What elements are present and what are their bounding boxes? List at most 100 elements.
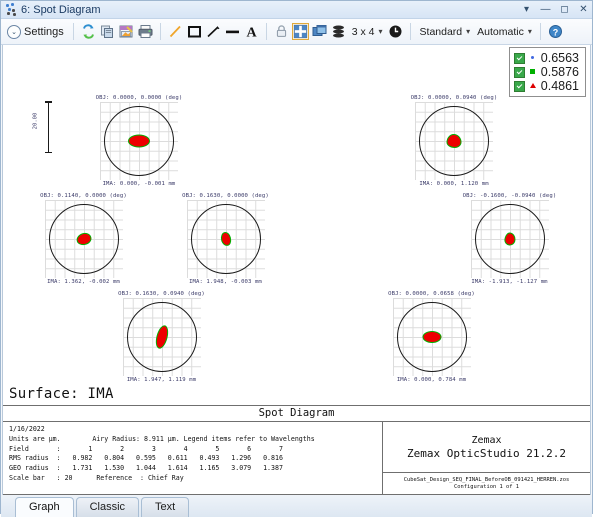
style-label: Standard [419, 25, 463, 38]
title-bar: 6: Spot Diagram ▾ — ◻ ✕ [1, 1, 592, 19]
grid-size-selector[interactable]: 3 x 4 ▾ [349, 26, 385, 38]
spot-plot [392, 298, 471, 376]
configuration-label: Configuration 1 of 1 [454, 484, 519, 490]
close-button[interactable]: ✕ [578, 4, 589, 15]
settings-button[interactable]: ⌄ Settings [4, 24, 67, 40]
toolbar-separator [409, 23, 411, 40]
report-block: Surface: IMA Spot Diagram 1/16/2022 Unit… [3, 384, 590, 495]
spot-panel-image-label: IMA: 1.362, -0.002 mm [47, 279, 120, 285]
toolbar-separator [72, 23, 74, 40]
save-image-icon[interactable] [118, 23, 135, 40]
stack-layers-icon[interactable] [330, 23, 347, 40]
spot-diagram-icon [5, 3, 18, 16]
chevron-down-icon: ▾ [378, 27, 383, 36]
chevron-down-icon: ⌄ [7, 24, 21, 39]
spot-panel-object-label: OBJ: 0.1630, 0.0940 (deg) [118, 291, 205, 297]
file-name: CubeSat_Design_SEQ_FINAL_BeforeOB_091421… [403, 477, 570, 483]
print-icon[interactable] [137, 23, 154, 40]
report-field-row: Field : 1 2 3 4 5 6 7 [9, 444, 283, 453]
window-dropdown-button[interactable]: ▾ [521, 4, 532, 15]
spot-panel-object-label: OBJ: 0.0000, 0.0000 (deg) [95, 95, 183, 101]
thick-line-icon[interactable] [224, 23, 241, 40]
report-rms-radius-row: RMS radius : 0.982 0.804 0.595 0.611 0.4… [9, 454, 283, 463]
svg-text:A: A [246, 26, 257, 41]
spot-plot [122, 298, 201, 376]
spot-plot [470, 200, 549, 278]
spot-panel-image-label: IMA: 0.000, 0.784 mm [396, 377, 467, 383]
toolbar-separator [265, 23, 267, 40]
legend-marker-icon [529, 54, 537, 62]
legend-row: 0.4861 [513, 79, 579, 93]
refresh-icon[interactable] [80, 23, 97, 40]
report-header: Spot Diagram [3, 406, 590, 422]
tab-classic[interactable]: Classic [75, 497, 140, 517]
spot-row: OBJ: 0.1140, 0.0000 (deg) IMA: 1.362, -0.… [3, 193, 590, 291]
spot-row: OBJ: 0.0000, 0.0000 (deg) IMA: 0.000, -0.… [3, 95, 590, 193]
report-vendor-block: Zemax Zemax OpticStudio 21.2.2 CubeSat_D… [383, 422, 590, 494]
spot-panel-object-label: OBJ: 0.1630, 0.0000 (deg) [182, 193, 269, 199]
legend-checkbox-icon[interactable] [513, 80, 525, 92]
spot-panel-image-label: IMA: 0.000, -0.001 mm [102, 181, 176, 187]
spot-plot [186, 200, 265, 278]
legend-row: 0.6563 [513, 51, 579, 65]
legend-wavelength-value: 0.6563 [540, 51, 579, 65]
chevron-down-icon: ▾ [527, 27, 532, 36]
spot-panel-object-label: OBJ: -0.1600, -0.0940 (deg) [462, 193, 557, 199]
surface-title: Surface: IMA [9, 386, 114, 402]
minimize-button[interactable]: — [540, 4, 551, 15]
spot-diagram-window: 6: Spot Diagram ▾ — ◻ ✕ ⌄ Settings A 3 x… [0, 0, 593, 517]
chevron-down-icon: ▾ [466, 27, 471, 36]
spot-plot [100, 102, 178, 180]
spot-panel-image-label: IMA: -1.913, -1.127 mm [471, 279, 548, 285]
ray-spot [128, 134, 150, 148]
spot-plot [44, 200, 123, 278]
box-icon[interactable] [186, 23, 203, 40]
spot-panel-object-label: OBJ: 0.0000, 0.0940 (deg) [410, 95, 498, 101]
style-selector[interactable]: Standard ▾ [417, 26, 473, 38]
spot-panel-grid: OBJ: 0.0000, 0.0000 (deg) IMA: 0.000, -0.… [3, 95, 590, 389]
legend-wavelength-value: 0.5876 [540, 65, 579, 79]
settings-label: Settings [24, 25, 64, 38]
mode-label: Automatic [477, 25, 524, 38]
spot-panel-image-label: IMA: 0.000, 1.120 mm [419, 181, 489, 187]
diagonal-line-icon[interactable] [205, 23, 222, 40]
toolbar-separator [159, 23, 161, 40]
legend-checkbox-icon[interactable] [513, 66, 525, 78]
mode-selector[interactable]: Automatic ▾ [474, 26, 534, 38]
vendor-name: Zemax [471, 434, 502, 446]
text-annotation-icon[interactable]: A [243, 23, 260, 41]
toolbar-separator [539, 23, 541, 40]
svg-text:?: ? [553, 27, 559, 37]
product-name: Zemax OpticStudio 21.2.2 [407, 446, 566, 460]
window-title: 6: Spot Diagram [21, 3, 101, 16]
legend-row: 0.5876 [513, 65, 579, 79]
tab-graph[interactable]: Graph [15, 497, 74, 517]
report-units-line: Units are µm. Airy Radius: 8.911 µm. Leg… [9, 434, 315, 443]
spot-panel-object-label: OBJ: 0.0000, 0.0658 (deg) [388, 291, 475, 297]
wavelength-legend: 0.6563 0.5876 0.4861 [508, 47, 586, 97]
line-color-icon[interactable] [167, 23, 184, 40]
legend-wavelength-value: 0.4861 [540, 79, 579, 93]
grid-size-label: 3 x 4 [351, 25, 375, 38]
maximize-button[interactable]: ◻ [559, 4, 570, 15]
report-date: 1/16/2022 [9, 425, 45, 433]
plot-canvas[interactable]: 0.6563 0.5876 0.4861 20.00 OBJ: 0.0000, 0.… [2, 45, 591, 495]
ray-spot [503, 232, 516, 246]
help-icon[interactable]: ? [547, 23, 564, 40]
legend-checkbox-icon[interactable] [513, 52, 525, 64]
legend-marker-icon [529, 68, 537, 76]
ray-spot [422, 331, 441, 343]
grid-layout-icon[interactable] [291, 23, 309, 40]
window-clone-icon[interactable] [311, 23, 328, 40]
ray-spot [446, 134, 462, 148]
tab-text[interactable]: Text [141, 497, 190, 517]
clock-icon[interactable] [387, 23, 404, 40]
spot-panel-image-label: IMA: 1.947, 1.119 mm [126, 377, 197, 383]
toolbar: ⌄ Settings A 3 x 4 ▾ Standard ▾ Automati… [1, 19, 592, 45]
report-scale-bar-row: Scale bar : 20 Reference : Chief Ray [9, 473, 184, 482]
copy-icon[interactable] [99, 23, 116, 40]
lock-icon[interactable] [273, 23, 290, 40]
report-geo-radius-row: GEO radius : 1.731 1.530 1.044 1.614 1.1… [9, 464, 283, 472]
report-stats: 1/16/2022 Units are µm. Airy Radius: 8.9… [3, 422, 383, 494]
legend-marker-icon [529, 82, 537, 90]
